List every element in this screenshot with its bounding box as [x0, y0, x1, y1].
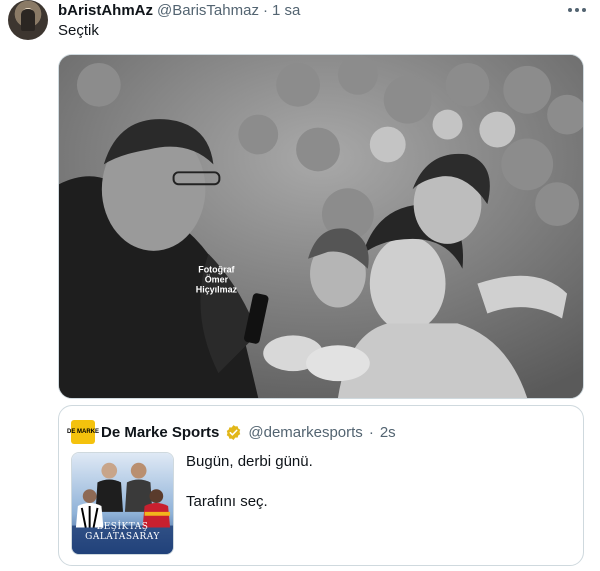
quoted-separator-dot: · [368, 423, 374, 441]
quoted-tweet-header: DE MARKE De Marke Sports @demarkesports … [67, 420, 396, 444]
thumbnail-title-2: GALATASARAY [85, 532, 160, 542]
quoted-text-line-2: Tarafını seç. [186, 493, 268, 510]
quoted-tweet-text: Bugün, derbi günü. Tarafını seç. [186, 452, 313, 512]
quoted-author-name[interactable]: De Marke Sports [101, 424, 219, 441]
author-avatar[interactable] [8, 0, 48, 40]
quoted-author-handle[interactable]: @demarkesports [248, 424, 362, 441]
thumbnail-title-1: BEŞİKTAŞ [96, 522, 149, 532]
tweet-photo[interactable]: Fotoğraf Ömer Hiçyılmaz [58, 54, 584, 399]
quoted-media-thumbnail[interactable]: BEŞİKTAŞ GALATASARAY [71, 452, 174, 555]
quoted-timestamp[interactable]: 2s [380, 424, 396, 441]
separator-dot: · [262, 1, 268, 19]
author-name[interactable]: bAristAhmAz [58, 2, 153, 19]
watermark-line-2: Ömer [205, 275, 229, 285]
quoted-tweet[interactable]: DE MARKE De Marke Sports @demarkesports … [58, 405, 584, 566]
quoted-text-line-1: Bugün, derbi günü. [186, 453, 313, 470]
author-handle[interactable]: @BarisTahmaz [157, 2, 259, 19]
watermark-line-3: Hiçyılmaz [196, 285, 238, 295]
more-dots-icon[interactable] [568, 0, 586, 20]
tweet-header: bAristAhmAz @BarisTahmaz · 1 sa [58, 0, 300, 20]
tweet-text: Seçtik [58, 22, 99, 39]
tweet-timestamp[interactable]: 1 sa [272, 2, 300, 19]
verified-badge-icon [227, 424, 241, 440]
watermark-line-1: Fotoğraf [198, 265, 234, 275]
quoted-author-avatar[interactable]: DE MARKE [67, 420, 99, 444]
